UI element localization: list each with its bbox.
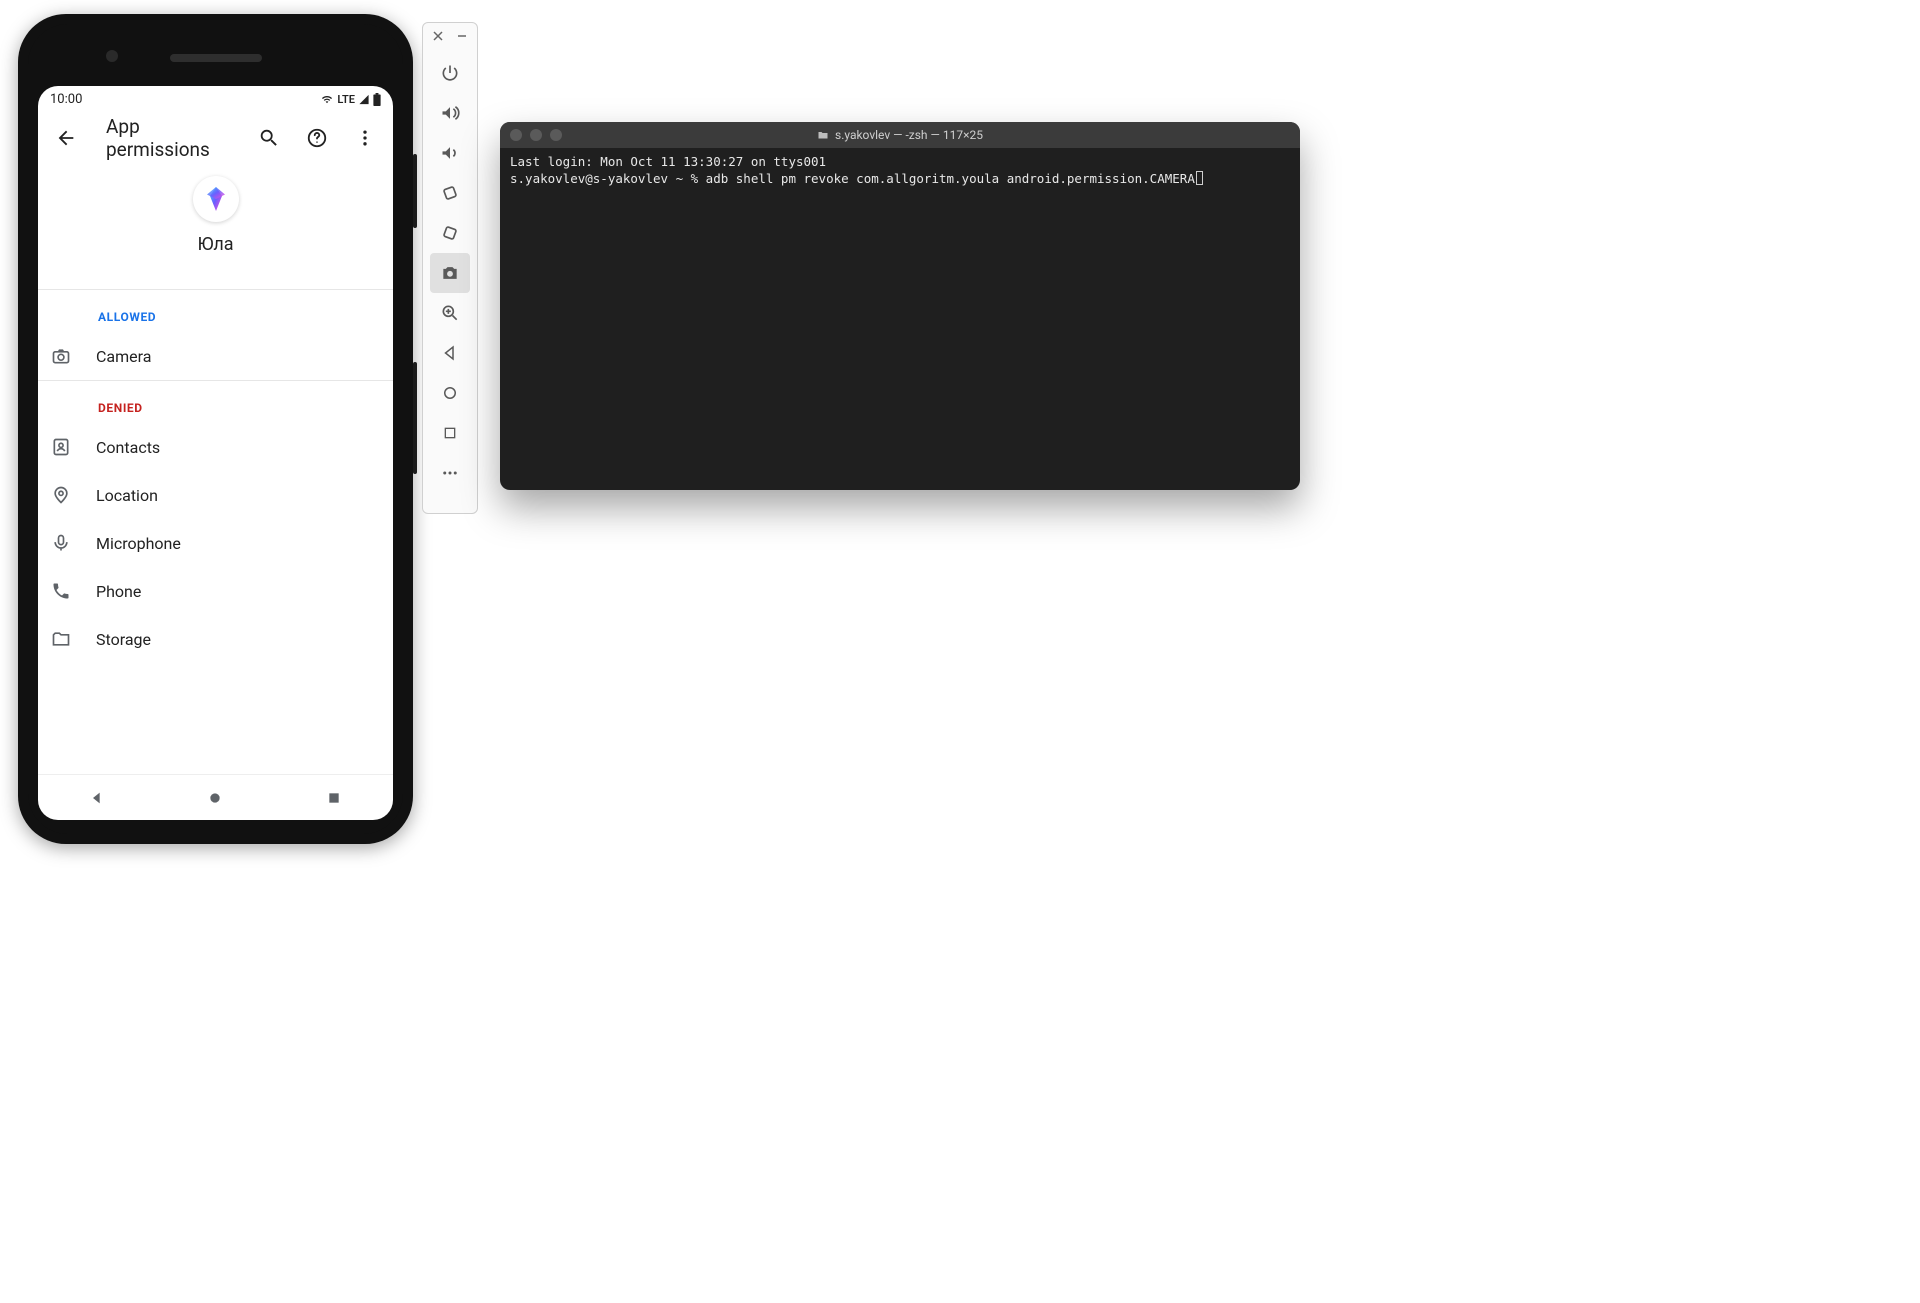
nav-back-icon — [89, 790, 105, 806]
back-button[interactable] — [46, 118, 86, 158]
window-zoom-button[interactable] — [550, 129, 562, 141]
permission-label: Storage — [96, 630, 151, 649]
permission-row-camera[interactable]: Camera — [38, 332, 393, 381]
section-label-allowed: ALLOWED — [38, 290, 393, 332]
camera-icon — [50, 346, 72, 366]
youla-app-icon — [201, 184, 231, 214]
permission-label: Phone — [96, 582, 141, 601]
home-icon — [441, 384, 459, 402]
overview-icon — [442, 425, 458, 441]
emulator-power-button[interactable] — [430, 53, 470, 93]
terminal-prompt: s.yakovlev@s-yakovlev ~ % — [510, 171, 706, 186]
status-time: 10:00 — [50, 92, 82, 107]
folder-icon — [817, 129, 829, 141]
storage-icon — [50, 629, 72, 649]
terminal-body[interactable]: Last login: Mon Oct 11 13:30:27 on ttys0… — [500, 148, 1300, 490]
window-close-button[interactable] — [510, 129, 522, 141]
network-label: LTE — [337, 93, 355, 106]
terminal-titlebar[interactable]: s.yakovlev — -zsh — 117×25 — [500, 122, 1300, 148]
permission-label: Microphone — [96, 534, 181, 553]
phone-earpiece — [170, 54, 262, 62]
emulator-zoom-button[interactable] — [430, 293, 470, 333]
status-bar: 10:00 LTE — [38, 86, 393, 112]
phone-bezel: 10:00 LTE App permissions — [28, 24, 403, 834]
terminal-command: adb shell pm revoke com.allgoritm.youla … — [706, 171, 1195, 186]
emulator-rotate-right-button[interactable] — [430, 213, 470, 253]
terminal-cursor — [1196, 171, 1203, 185]
help-icon — [306, 127, 328, 149]
emulator-volume-up-button[interactable] — [430, 93, 470, 133]
permission-row-location[interactable]: Location — [38, 471, 393, 519]
permission-label: Location — [96, 486, 158, 505]
window-minimize-button[interactable] — [530, 129, 542, 141]
phone-side-button — [413, 362, 417, 474]
close-icon — [433, 31, 443, 41]
location-icon — [50, 485, 72, 505]
emulator-volume-down-button[interactable] — [430, 133, 470, 173]
volume-down-icon — [440, 143, 460, 163]
arrow-left-icon — [55, 127, 77, 149]
more-icon — [441, 464, 459, 482]
section-label-denied: DENIED — [38, 381, 393, 423]
page-title: App permissions — [106, 115, 241, 161]
emulator-toolbar — [422, 22, 478, 514]
more-vert-icon — [355, 128, 375, 148]
terminal-line: Last login: Mon Oct 11 13:30:27 on ttys0… — [510, 154, 826, 169]
permission-row-storage[interactable]: Storage — [38, 615, 393, 663]
phone-icon — [50, 581, 72, 601]
window-traffic-lights[interactable] — [510, 129, 562, 141]
battery-icon — [373, 93, 381, 106]
permission-row-phone[interactable]: Phone — [38, 567, 393, 615]
emulator-rotate-left-button[interactable] — [430, 173, 470, 213]
zoom-icon — [440, 303, 460, 323]
nav-back-button[interactable] — [77, 778, 117, 818]
contacts-icon — [50, 437, 72, 457]
volume-up-icon — [440, 103, 460, 123]
emulator-nav-back-button[interactable] — [430, 333, 470, 373]
microphone-icon — [50, 533, 72, 553]
help-button[interactable] — [297, 118, 337, 158]
overflow-menu-button[interactable] — [345, 118, 385, 158]
emulator-close-button[interactable] — [431, 29, 445, 43]
emulator-nav-home-button[interactable] — [430, 373, 470, 413]
camera-icon — [440, 263, 460, 283]
search-icon — [258, 127, 280, 149]
phone-front-camera — [106, 50, 118, 62]
nav-overview-icon — [327, 791, 341, 805]
terminal-title: s.yakovlev — -zsh — 117×25 — [500, 128, 1300, 142]
permission-row-contacts[interactable]: Contacts — [38, 423, 393, 471]
terminal-window: s.yakovlev — -zsh — 117×25 Last login: M… — [500, 122, 1300, 490]
rotate-left-icon — [440, 183, 460, 203]
emulator-window-controls — [431, 29, 469, 43]
app-name-label: Юла — [197, 234, 233, 255]
search-button[interactable] — [249, 118, 289, 158]
system-nav-bar — [38, 774, 393, 820]
nav-home-icon — [207, 790, 223, 806]
status-indicators: LTE — [320, 93, 381, 106]
app-icon — [193, 176, 239, 222]
permission-row-microphone[interactable]: Microphone — [38, 519, 393, 567]
nav-home-button[interactable] — [195, 778, 235, 818]
permission-label: Contacts — [96, 438, 160, 457]
app-header: Юла — [38, 164, 393, 290]
emulator-nav-overview-button[interactable] — [430, 413, 470, 453]
minimize-icon — [457, 31, 467, 41]
emulator-more-button[interactable] — [430, 453, 470, 493]
emulator-screenshot-button[interactable] — [430, 253, 470, 293]
rotate-right-icon — [440, 223, 460, 243]
nav-overview-button[interactable] — [314, 778, 354, 818]
wifi-icon — [320, 94, 334, 105]
back-icon — [441, 344, 459, 362]
emulator-minimize-button[interactable] — [455, 29, 469, 43]
permission-label: Camera — [96, 347, 151, 366]
phone-screen: 10:00 LTE App permissions — [38, 86, 393, 820]
phone-device-frame: 10:00 LTE App permissions — [18, 14, 413, 844]
power-icon — [440, 63, 460, 83]
app-toolbar: App permissions — [38, 112, 393, 164]
signal-icon — [358, 94, 370, 105]
phone-side-button — [413, 154, 417, 228]
